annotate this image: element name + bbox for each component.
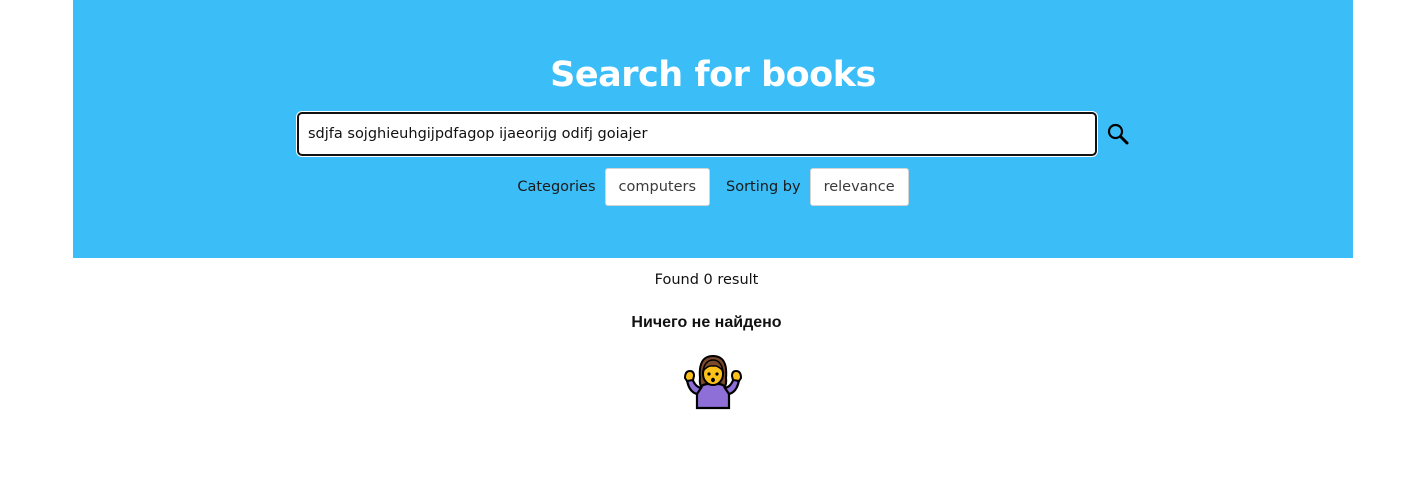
categories-label: Categories <box>517 179 596 195</box>
search-banner: Search for books Categories computers So… <box>73 0 1353 258</box>
sorting-select[interactable]: relevance <box>809 168 909 206</box>
search-input[interactable] <box>297 112 1097 156</box>
sorting-label: Sorting by <box>726 179 801 195</box>
search-icon <box>1107 123 1129 145</box>
results-count: Found 0 result <box>654 272 759 288</box>
person-shrugging-icon <box>683 354 743 410</box>
search-button[interactable] <box>1104 120 1132 148</box>
categories-select[interactable]: computers <box>604 168 711 206</box>
filters-row: Categories computers Sorting by relevanc… <box>73 168 1353 206</box>
page-title: Search for books <box>550 55 876 95</box>
empty-message: Ничего не найдено <box>631 314 782 331</box>
